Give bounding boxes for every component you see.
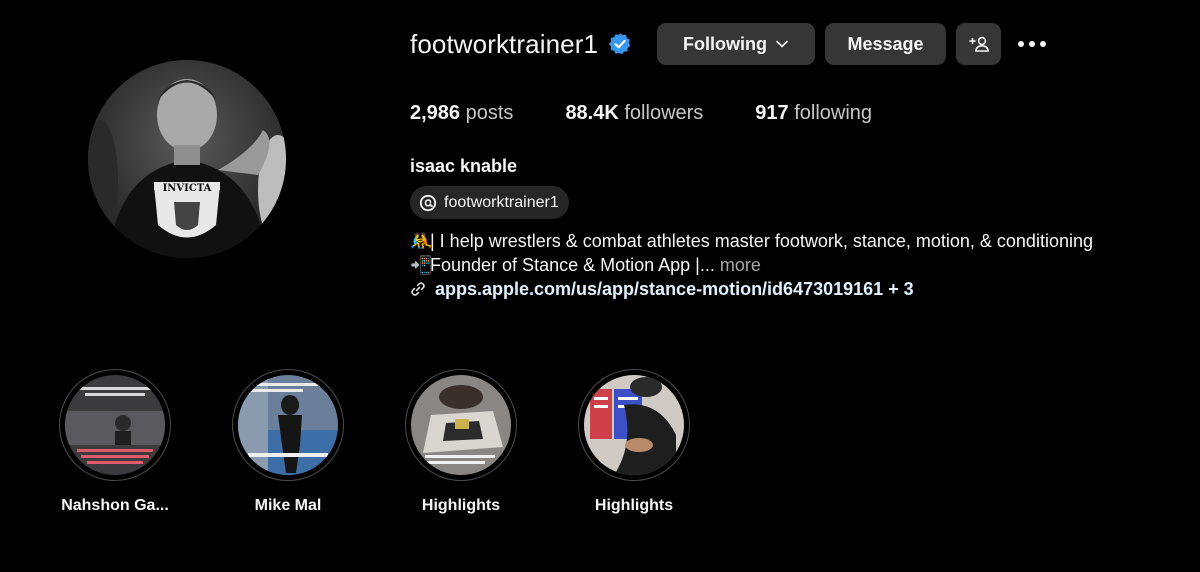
posts-stat: 2,986 posts	[410, 102, 513, 125]
highlight-ring	[405, 369, 517, 481]
highlight-ring	[578, 369, 690, 481]
threads-handle: footworktrainer1	[444, 193, 559, 211]
add-person-icon	[968, 36, 989, 52]
more-horizontal-icon[interactable]	[1015, 23, 1049, 65]
highlight-label: Highlights	[594, 497, 674, 514]
bio-more-link[interactable]: more	[720, 255, 761, 275]
wrestling-emoji: 🤼	[410, 231, 433, 251]
highlight-item[interactable]: Nahshon Ga...	[45, 369, 185, 515]
highlight-cover	[238, 375, 338, 475]
highlight-item[interactable]: Highlights	[564, 369, 704, 515]
phone-emoji: 📲	[410, 255, 433, 275]
highlight-label: Mike Mal	[254, 497, 322, 514]
profile-username: footworktrainer1	[410, 28, 599, 59]
svg-text:INVICTA: INVICTA	[163, 183, 212, 194]
posts-label: posts	[465, 102, 514, 124]
bio-line-2: 📲Founder of Stance & Motion App |... mor…	[410, 253, 1093, 277]
profile-avatar[interactable]: INVICTA	[88, 60, 286, 258]
profile-page: INVICTA footworktrainer1 Following Messa…	[0, 0, 1200, 572]
avatar-image: INVICTA	[88, 60, 286, 258]
chevron-down-icon	[776, 40, 788, 48]
threads-icon	[419, 194, 437, 211]
add-user-button[interactable]	[956, 23, 1001, 65]
highlight-cover	[411, 375, 511, 475]
highlight-item[interactable]: Highlights	[391, 369, 531, 515]
message-button[interactable]: Message	[825, 23, 946, 65]
bio-line-1-text: | I help wrestlers & combat athletes mas…	[430, 231, 1093, 251]
highlight-label: Highlights	[421, 497, 501, 514]
following-button-label: Following	[683, 33, 767, 54]
message-button-label: Message	[847, 33, 924, 54]
bio-line-2-text: Founder of Stance & Motion App |...	[430, 255, 715, 275]
posts-count: 2,986	[410, 102, 461, 124]
followers-label: followers	[624, 102, 704, 124]
threads-link[interactable]: footworktrainer1	[410, 186, 569, 219]
verified-badge-icon	[608, 32, 632, 56]
highlight-ring	[232, 369, 344, 481]
profile-stats: 2,986 posts 88.4K followers 917 followin…	[410, 102, 924, 125]
link-icon	[411, 282, 425, 296]
following-count: 917	[755, 102, 789, 124]
highlight-ring	[59, 369, 171, 481]
profile-full-name: isaac knable	[410, 156, 518, 176]
bio-external-link[interactable]: apps.apple.com/us/app/stance-motion/id64…	[410, 277, 1093, 301]
bio-line-1: 🤼| I help wrestlers & combat athletes ma…	[410, 229, 1093, 253]
followers-count: 88.4K	[565, 102, 619, 124]
profile-header-row: footworktrainer1 Following Message	[410, 22, 1046, 66]
highlight-label: Nahshon Ga...	[61, 497, 169, 514]
profile-bio: 🤼| I help wrestlers & combat athletes ma…	[410, 229, 1093, 301]
highlight-cover	[584, 375, 684, 475]
bio-link-text: apps.apple.com/us/app/stance-motion/id64…	[435, 279, 914, 299]
highlight-item[interactable]: Mike Mal	[218, 369, 358, 515]
followers-stat[interactable]: 88.4K followers	[565, 102, 703, 125]
following-button[interactable]: Following	[657, 23, 815, 65]
highlight-cover	[65, 375, 165, 475]
following-label: following	[794, 102, 873, 124]
following-stat[interactable]: 917 following	[755, 102, 872, 125]
